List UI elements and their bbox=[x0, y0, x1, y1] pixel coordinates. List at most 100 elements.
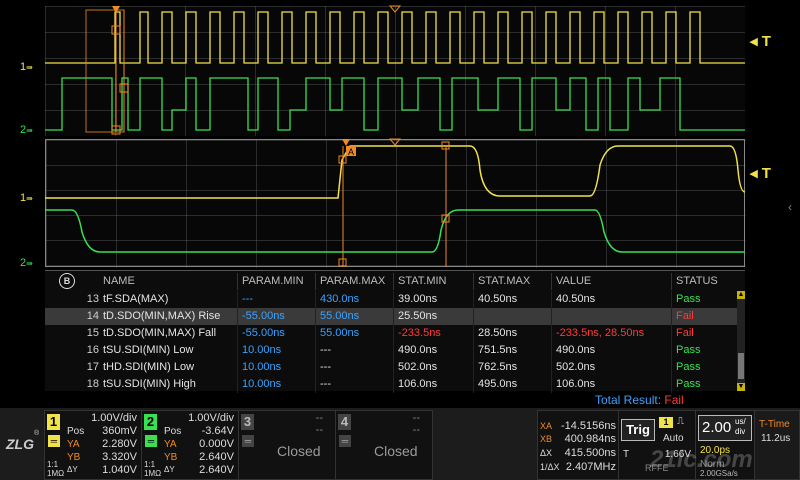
ch2-level-marker-zoom[interactable]: 2⇛ bbox=[20, 257, 33, 269]
row-status: Pass bbox=[671, 342, 738, 359]
header-name[interactable]: NAME bbox=[99, 273, 239, 290]
row-name: tD.SDO(MIN,MAX) Rise bbox=[103, 310, 221, 322]
row-index: 16 bbox=[86, 344, 99, 356]
ch2-dy: 2.640V bbox=[199, 464, 234, 476]
row-value: 502.0ns bbox=[551, 359, 670, 376]
watermark: 21ic.com bbox=[650, 446, 753, 473]
decode-badge-icon[interactable]: B bbox=[55, 273, 79, 290]
time-mode-panel[interactable]: T-Time 11.2us bbox=[754, 410, 800, 480]
row-stat-max bbox=[473, 308, 552, 325]
total-result-label: Total Result: bbox=[595, 393, 662, 407]
ch3-panel[interactable]: 3 -- -- ═ Closed bbox=[238, 410, 336, 480]
table-row[interactable]: 15 tD.SDO(MIN,MAX) Fall -55.00ns 55.00ns… bbox=[45, 325, 737, 342]
scroll-thumb[interactable] bbox=[738, 353, 744, 379]
ch2-pos: -3.64V bbox=[201, 425, 234, 437]
ch2-ya: 0.000V bbox=[199, 438, 234, 450]
ch1-level-marker-zoom[interactable]: 1⇛ bbox=[20, 192, 33, 204]
ch1-pos-label: Pos bbox=[67, 426, 85, 437]
row-stat-max: 28.50ns bbox=[473, 325, 552, 342]
ch2-impedance: 1MΩ bbox=[144, 469, 162, 478]
trigger-source-badge[interactable]: 1 bbox=[659, 417, 673, 428]
row-status: Fail bbox=[671, 308, 738, 325]
header-stat-min[interactable]: STAT.MIN bbox=[393, 273, 472, 290]
ch1-ya-label: YA bbox=[67, 439, 80, 450]
ch2-ya-label: YA bbox=[164, 439, 177, 450]
ch2-yb-label: YB bbox=[164, 452, 178, 463]
table-row[interactable]: 18 tSU.SDI(MIN) High 10.00ns --- 106.0ns… bbox=[45, 376, 737, 393]
time-mode-value: 11.2us bbox=[761, 433, 791, 444]
row-param-max: --- bbox=[315, 342, 394, 359]
row-param-max: --- bbox=[315, 376, 394, 393]
row-param-min: 10.00ns bbox=[237, 376, 314, 393]
ch2-vdiv: 1.00V/div bbox=[188, 412, 234, 424]
cursor-readout-panel[interactable]: XA -14.5156ns XB 400.984ns ΔX 415.500ns … bbox=[537, 410, 619, 480]
ch4-dash-1: -- bbox=[412, 412, 420, 424]
ch4-badge[interactable]: 4 bbox=[338, 414, 351, 430]
timebase-value[interactable]: 2.00 us/ div bbox=[698, 415, 752, 441]
row-index: 15 bbox=[86, 327, 99, 339]
header-param-min[interactable]: PARAM.MIN bbox=[237, 273, 314, 290]
ch2-badge[interactable]: 2 bbox=[144, 414, 157, 430]
ch2-probe-ratio: 1:1 bbox=[144, 460, 156, 469]
row-param-min: --- bbox=[237, 291, 314, 308]
row-param-min: 10.00ns bbox=[237, 359, 314, 376]
total-result-value: Fail bbox=[664, 393, 684, 407]
ch3-badge[interactable]: 3 bbox=[241, 414, 254, 430]
ch3-dash-1: -- bbox=[315, 412, 323, 424]
ch2-coupling-icon: ═ bbox=[145, 435, 157, 447]
ch1-panel[interactable]: 1 1.00V/div Pos 360mV ═ YA 2.280V YB 3.3… bbox=[44, 410, 142, 480]
table-row[interactable]: 16 tSU.SDI(MIN) Low 10.00ns --- 490.0ns … bbox=[45, 342, 737, 359]
row-param-max: 55.00ns bbox=[315, 325, 394, 342]
ch1-yb-label: YB bbox=[67, 452, 81, 463]
cursor-inv-label: 1/ΔX bbox=[540, 462, 560, 472]
ch1-vdiv: 1.00V/div bbox=[91, 412, 137, 424]
trigger-level-marker-zoom[interactable]: ◂ T bbox=[750, 164, 771, 182]
cursor-xb-label: XB bbox=[540, 434, 553, 444]
zlg-logo: ZLG ® bbox=[6, 430, 40, 452]
scroll-down-icon[interactable]: ▼ bbox=[737, 383, 745, 391]
row-param-max: 430.0ns bbox=[315, 291, 394, 308]
ch2-panel[interactable]: 2 1.00V/div Pos -3.64V ═ YA 0.000V YB 2.… bbox=[141, 410, 239, 480]
cursor-xa-label: XA bbox=[540, 421, 553, 431]
scroll-up-icon[interactable]: ▲ bbox=[737, 291, 745, 299]
ch1-pos: 360mV bbox=[102, 425, 137, 437]
ch2-yb: 2.640V bbox=[199, 451, 234, 463]
ch3-status: Closed bbox=[277, 443, 321, 459]
row-stat-min: 25.50ns bbox=[393, 308, 472, 325]
header-stat-max[interactable]: STAT.MAX bbox=[473, 273, 552, 290]
table-scrollbar[interactable]: ▲ ▼ bbox=[737, 291, 745, 391]
row-value bbox=[551, 308, 670, 325]
row-stat-max: 751.5ns bbox=[473, 342, 552, 359]
header-status[interactable]: STATUS bbox=[671, 273, 738, 290]
row-name: tHD.SDI(MIN) Low bbox=[103, 361, 195, 373]
table-row-selected[interactable]: 14 tD.SDO(MIN,MAX) Rise -55.00ns 55.00ns… bbox=[45, 308, 737, 325]
row-index: 14 bbox=[86, 310, 99, 322]
row-param-max: 55.00ns bbox=[315, 308, 394, 325]
measurement-table: B NAME PARAM.MIN PARAM.MAX STAT.MIN STAT… bbox=[45, 270, 745, 393]
table-row[interactable]: 17 tHD.SDI(MIN) Low 10.00ns --- 502.0ns … bbox=[45, 359, 737, 376]
total-result: Total Result: Fail bbox=[595, 393, 684, 407]
row-stat-max: 495.0ns bbox=[473, 376, 552, 393]
table-row[interactable]: 13 tF.SDA(MAX) --- 430.0ns 39.00ns 40.50… bbox=[45, 291, 737, 308]
row-value: 40.50ns bbox=[551, 291, 670, 308]
header-param-max[interactable]: PARAM.MAX bbox=[315, 273, 394, 290]
row-index: 13 bbox=[86, 293, 99, 305]
ch1-dy: 1.040V bbox=[102, 464, 137, 476]
row-name: tSU.SDI(MIN) Low bbox=[103, 344, 194, 356]
row-stat-max: 762.5ns bbox=[473, 359, 552, 376]
header-value[interactable]: VALUE bbox=[551, 273, 670, 290]
ch1-impedance: 1MΩ bbox=[47, 469, 65, 478]
cursor-xa: -14.5156ns bbox=[560, 420, 616, 432]
ch2-pos-label: Pos bbox=[164, 426, 182, 437]
ch2-zoom-trace bbox=[45, 209, 745, 253]
row-index: 17 bbox=[86, 361, 99, 373]
row-stat-min: 39.00ns bbox=[393, 291, 472, 308]
row-name: tSU.SDI(MIN) High bbox=[103, 378, 196, 390]
ch1-yb: 3.320V bbox=[102, 451, 137, 463]
row-stat-max: 40.50ns bbox=[473, 291, 552, 308]
time-mode-title: T-Time bbox=[759, 419, 790, 430]
ch1-badge[interactable]: 1 bbox=[47, 414, 60, 430]
trigger-title[interactable]: Trig bbox=[621, 419, 655, 441]
side-collapse-arrow[interactable]: ‹ bbox=[788, 200, 792, 214]
ch4-panel[interactable]: 4 -- -- ═ Closed bbox=[335, 410, 433, 480]
